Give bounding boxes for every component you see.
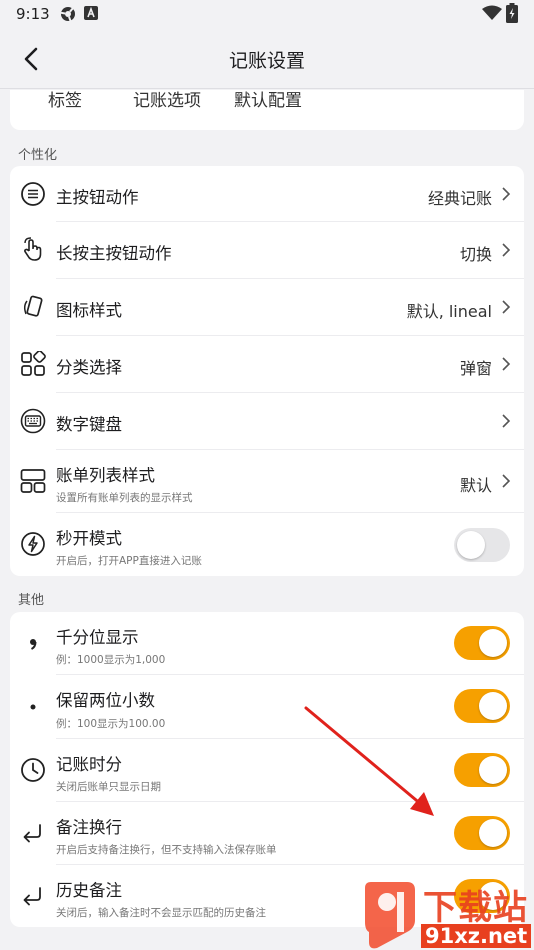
row-subtitle: 关闭后账单只显示日期 <box>56 781 161 793</box>
tabs-card: 标签 记账选项 默认配置 <box>10 90 524 130</box>
keyboard-status-icon <box>84 6 98 20</box>
row-label: 账单列表样式 <box>56 466 155 485</box>
chevron-right-icon <box>502 300 511 314</box>
row-label: 数字键盘 <box>56 415 122 434</box>
chevron-right-icon <box>502 357 511 371</box>
touch-hand-icon <box>24 237 42 261</box>
row-label: 分类选择 <box>56 358 122 377</box>
wifi-icon <box>482 5 502 20</box>
instant-open-toggle[interactable] <box>454 528 510 562</box>
row-subtitle: 例：1000显示为1,000 <box>56 654 166 666</box>
row-subtitle: 开启后，打开APP直接进入记账 <box>56 555 202 567</box>
row-label: 备注换行 <box>56 818 122 837</box>
section-title-other: 其他 <box>18 593 45 608</box>
row-value: 默认, lineal <box>406 302 492 321</box>
row-label: 历史备注 <box>56 881 122 900</box>
lightning-circle-icon <box>21 532 45 556</box>
row-value: 默认 <box>459 476 492 495</box>
row-bill-list-style[interactable]: 账单列表样式 设置所有账单列表的显示样式 默认 <box>10 450 524 513</box>
row-two-decimals[interactable]: 保留两位小数 例：100显示为100.00 <box>10 675 524 739</box>
enter-return-icon <box>23 824 41 843</box>
category-grid-icon <box>21 351 46 376</box>
row-numeric-keypad[interactable]: 数字键盘 <box>10 393 524 450</box>
status-time: 9:13 <box>16 5 50 23</box>
row-label: 长按主按钮动作 <box>56 244 172 263</box>
watermark-logo-icon <box>365 882 415 949</box>
row-label: 主按钮动作 <box>56 188 139 207</box>
list-circle-icon <box>21 182 45 206</box>
watermark-brand: 下载站 <box>423 888 528 928</box>
row-instant-open-mode[interactable]: 秒开模式 开启后，打开APP直接进入记账 <box>10 513 524 576</box>
page-title: 记账设置 <box>228 50 305 72</box>
chevron-right-icon <box>502 414 511 428</box>
status-bar: 9:13 <box>0 0 534 28</box>
row-subtitle: 关闭后，输入备注时不会显示匹配的历史备注 <box>56 907 266 919</box>
row-subtitle: 例：100显示为100.00 <box>56 718 166 730</box>
row-value: 经典记账 <box>427 189 492 208</box>
row-category-selection[interactable]: 分类选择 弹窗 <box>10 336 524 393</box>
row-value: 切换 <box>459 245 492 264</box>
list-layout-icon <box>20 469 46 493</box>
tab-bookkeeping-options[interactable]: 记账选项 <box>133 90 201 111</box>
tab-tags[interactable]: 标签 <box>48 90 82 111</box>
comma-icon <box>30 639 37 650</box>
chevron-right-icon <box>502 187 511 201</box>
annotation-arrow <box>304 706 434 816</box>
battery-icon <box>506 3 518 23</box>
watermark: 下载站 91xz.net <box>357 880 534 950</box>
app-header: 记账设置 <box>0 28 534 89</box>
keypad-circle-icon <box>20 408 46 434</box>
clock-icon <box>21 758 45 782</box>
row-label: 保留两位小数 <box>56 691 155 710</box>
row-label: 千分位显示 <box>56 628 139 647</box>
row-time-of-day[interactable]: 记账时分 关闭后账单只显示日期 <box>10 739 524 802</box>
note-line-break-toggle[interactable] <box>454 816 510 850</box>
time-of-day-toggle[interactable] <box>454 753 510 787</box>
row-icon-style[interactable]: 图标样式 默认, lineal <box>10 279 524 336</box>
two-decimals-toggle[interactable] <box>454 689 510 723</box>
watermark-domain: 91xz.net <box>421 924 532 948</box>
dot-icon <box>30 704 36 710</box>
phone-tilt-icon <box>23 295 43 317</box>
tab-default-config[interactable]: 默认配置 <box>234 90 302 111</box>
row-thousands-separator[interactable]: 千分位显示 例：1000显示为1,000 <box>10 612 524 675</box>
chevron-right-icon <box>502 474 511 488</box>
section-title-personalization: 个性化 <box>18 148 58 163</box>
row-main-button-action[interactable]: 主按钮动作 经典记账 <box>10 166 524 222</box>
android-logo-icon <box>58 6 75 23</box>
row-value: 弹窗 <box>459 359 492 378</box>
row-note-line-break[interactable]: 备注换行 开启后支持备注换行，但不支持输入法保存账单 <box>10 802 524 865</box>
row-subtitle: 开启后支持备注换行，但不支持输入法保存账单 <box>56 844 277 856</box>
thousands-separator-toggle[interactable] <box>454 626 510 660</box>
personalization-card: 主按钮动作 经典记账 长按主按钮动作 切换 图标样式 默认, lineal 分类… <box>10 166 524 576</box>
enter-return-icon <box>23 887 41 906</box>
chevron-right-icon <box>502 243 511 257</box>
row-label: 记账时分 <box>56 755 122 774</box>
row-long-press-action[interactable]: 长按主按钮动作 切换 <box>10 222 524 279</box>
row-label: 秒开模式 <box>56 529 122 548</box>
row-subtitle: 设置所有账单列表的显示样式 <box>56 492 193 504</box>
row-label: 图标样式 <box>56 301 122 320</box>
